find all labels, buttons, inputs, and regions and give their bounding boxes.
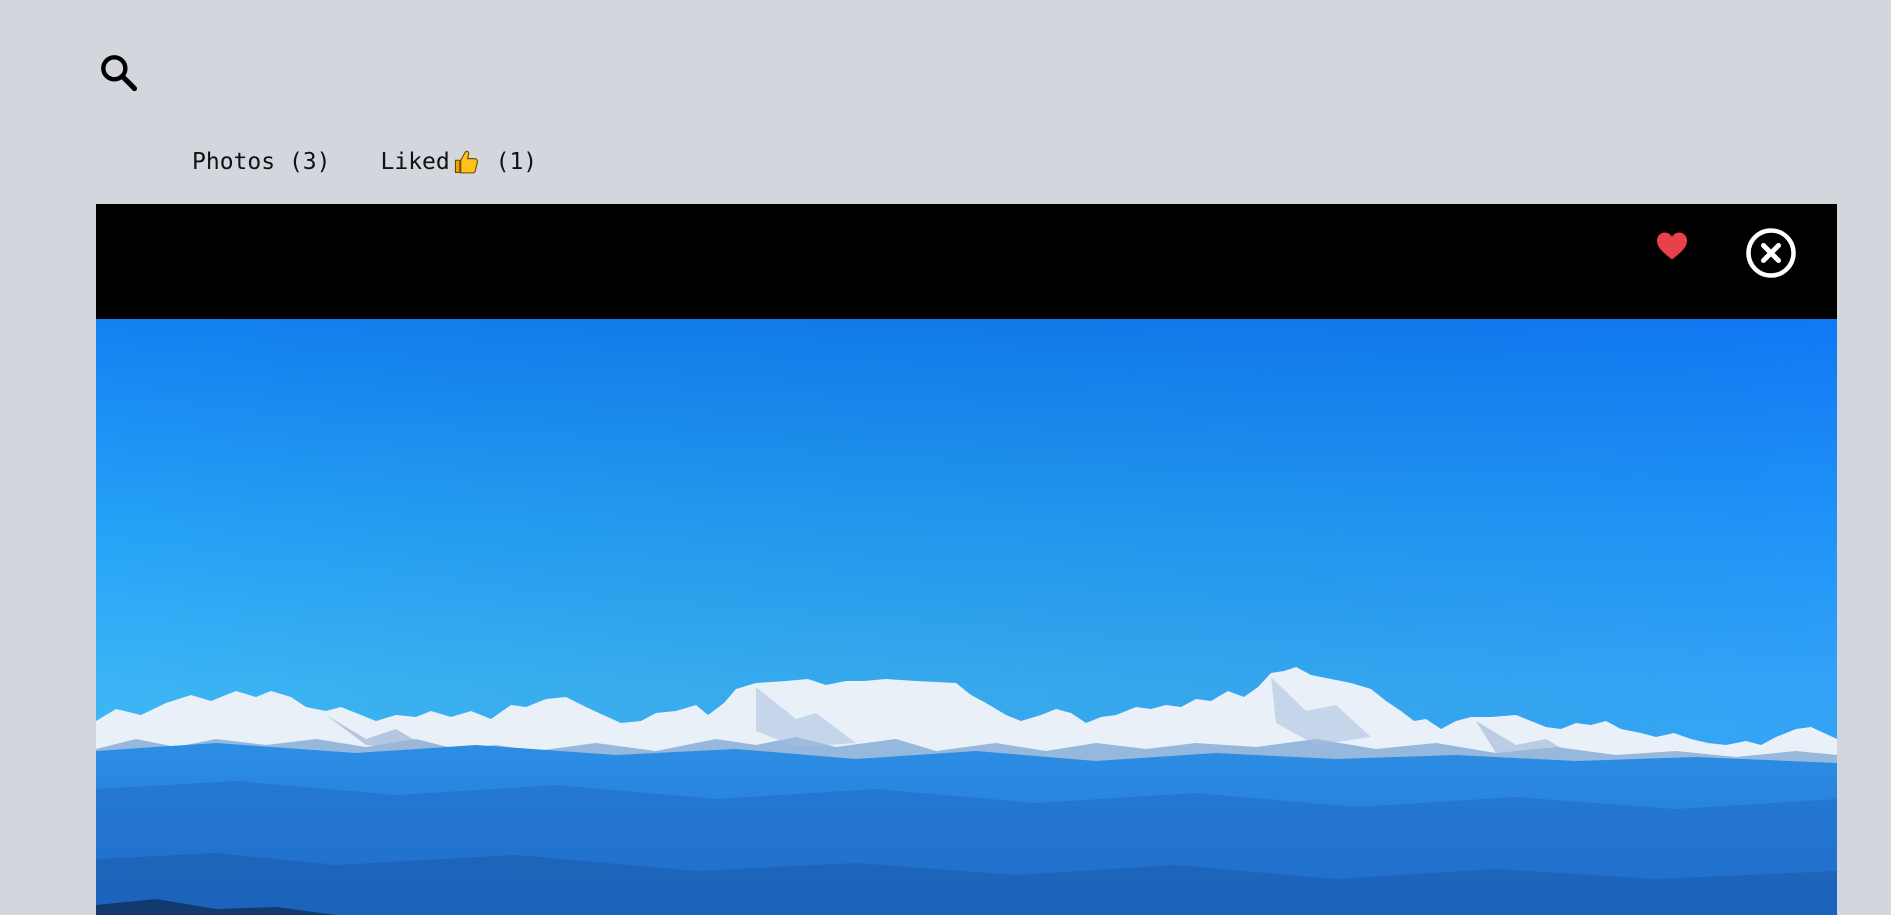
search-icon — [101, 55, 138, 92]
heart-icon — [1657, 232, 1687, 260]
tab-liked[interactable]: Liked (1) — [381, 148, 538, 176]
search-button[interactable] — [96, 50, 140, 94]
photo-viewer — [96, 204, 1837, 915]
close-circle-icon — [1746, 228, 1796, 278]
viewer-toolbar — [96, 204, 1837, 319]
thumbs-up-icon — [452, 148, 480, 176]
tab-liked-count: (1) — [495, 149, 538, 175]
tab-photos[interactable]: Photos (3) — [192, 148, 331, 176]
close-button[interactable] — [1744, 226, 1798, 280]
page: Photos (3) Liked (1) — [0, 0, 1891, 915]
tab-photos-label: Photos — [192, 149, 276, 175]
tab-photos-count: (3) — [288, 149, 331, 175]
mountain-photo — [96, 319, 1837, 915]
like-button[interactable] — [1654, 228, 1690, 264]
tab-liked-label: Liked — [380, 149, 450, 175]
photo-tabs: Photos (3) Liked (1) — [192, 148, 537, 176]
